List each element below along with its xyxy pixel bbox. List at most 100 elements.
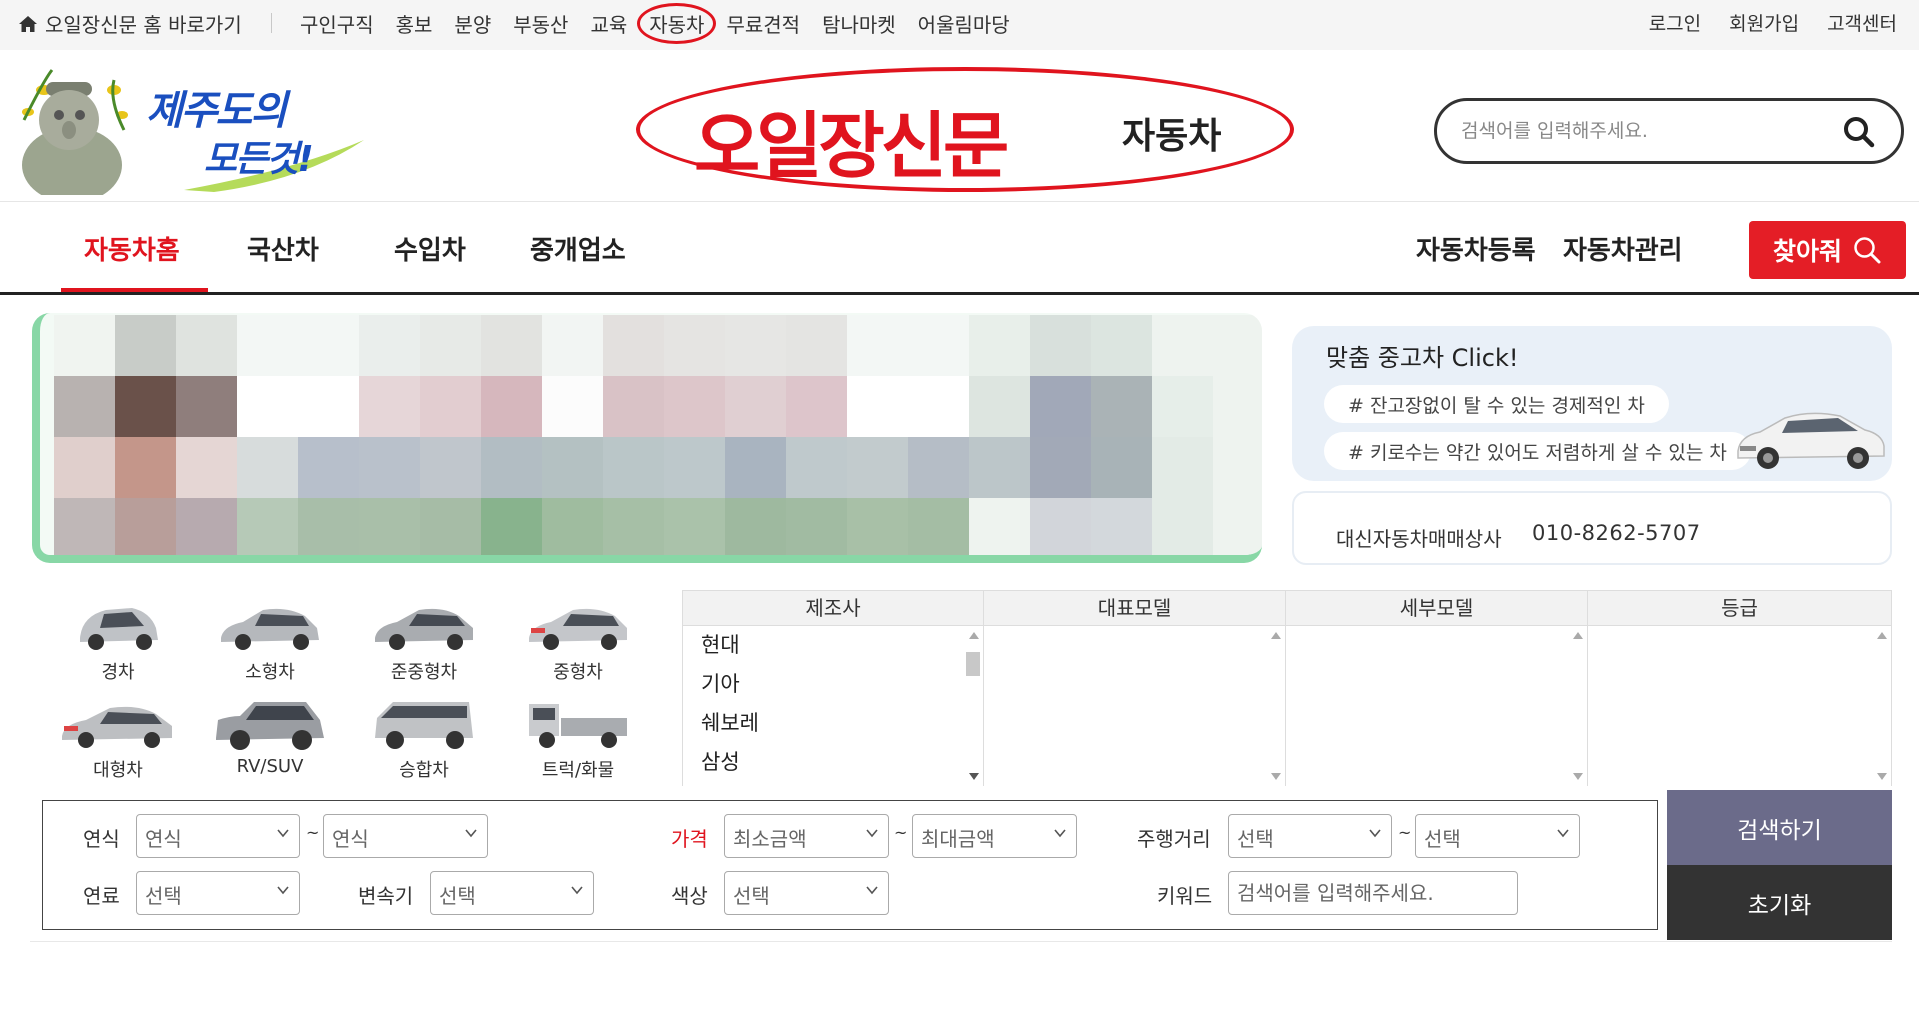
banner-pixel — [420, 315, 481, 376]
topbar-menu-sale[interactable]: 분양 — [454, 9, 491, 38]
topbar-menu-tamna-market[interactable]: 탐나마켓 — [822, 9, 896, 38]
search-submit-button[interactable]: 검색하기 — [1667, 790, 1892, 865]
banner-pixel — [115, 315, 176, 376]
nav-car-home[interactable]: 자동차홈 — [84, 230, 180, 267]
car-type-label: 대형차 — [93, 760, 143, 781]
custom-car-promo[interactable]: 맞춤 중고차 Click! # 잔고장없이 탈 수 있는 경제적인 차 # 키로… — [1292, 326, 1892, 481]
car-type-small[interactable]: 소형차 — [200, 598, 340, 688]
car-type-light[interactable]: 경차 — [48, 598, 188, 688]
banner-pixel — [1152, 498, 1213, 555]
scrollbar[interactable] — [965, 628, 981, 784]
banner-pixel — [298, 315, 359, 376]
nav-imported[interactable]: 수입차 — [394, 230, 466, 267]
main-logo[interactable]: 오일장신문 자동차 — [636, 67, 1294, 192]
topbar-menu-jobs[interactable]: 구인구직 — [300, 9, 374, 38]
car-type-large[interactable]: 대형차 — [48, 696, 188, 786]
main-nav: 자동차홈 국산차 수입차 중개업소 자동차등록 자동차관리 찾아줘 — [0, 202, 1919, 295]
color-select[interactable]: 선택 — [724, 871, 889, 915]
scroll-down-icon[interactable] — [1271, 773, 1281, 780]
banner-pixel — [420, 376, 481, 437]
mileage-label: 주행거리 — [1137, 827, 1211, 851]
scroll-down-icon[interactable] — [1573, 773, 1583, 780]
banner-pixel — [664, 376, 725, 437]
model-list[interactable] — [984, 626, 1286, 786]
list-item[interactable]: 현대 — [683, 626, 983, 665]
list-item[interactable]: 쉐보레 — [683, 704, 983, 743]
price-max-select[interactable]: 최대금액 — [912, 814, 1077, 858]
home-link-label: 오일장신문 홈 바로가기 — [45, 13, 242, 37]
light-car-icon — [80, 608, 158, 650]
scrollbar[interactable] — [1267, 628, 1283, 784]
banner-pixel — [1152, 315, 1213, 376]
mileage-to-select[interactable]: 선택 — [1415, 814, 1580, 858]
banner-pixel — [847, 315, 908, 376]
banner-image[interactable] — [32, 313, 1262, 563]
top-utility-bar: 오일장신문 홈 바로가기 구인구직 홍보 분양 부동산 교육 자동차 무료견적 … — [0, 0, 1919, 50]
car-type-midsize[interactable]: 중형차 — [508, 598, 648, 688]
home-link[interactable]: 오일장신문 홈 바로가기 — [18, 9, 242, 38]
year-from-select[interactable]: 연식 — [136, 814, 300, 858]
grade-list[interactable] — [1588, 626, 1892, 786]
scroll-up-icon[interactable] — [969, 632, 979, 639]
scroll-up-icon[interactable] — [1877, 632, 1887, 639]
reset-button[interactable]: 초기화 — [1667, 865, 1892, 940]
banner-pixel — [237, 498, 298, 555]
topbar-menu-car[interactable]: 자동차 — [637, 3, 717, 44]
jeju-logo[interactable]: 제주도의 모든것! — [14, 60, 374, 203]
submodel-list[interactable] — [1286, 626, 1588, 786]
home-icon — [19, 15, 37, 32]
find-button[interactable]: 찾아줘 — [1749, 221, 1906, 279]
scroll-thumb[interactable] — [966, 652, 980, 676]
jeju-logo-text-2: 모든것! — [204, 139, 314, 180]
list-item[interactable]: 기아 — [683, 665, 983, 704]
topbar-menu-free-quote[interactable]: 무료견적 — [726, 9, 800, 38]
nav-domestic[interactable]: 국산차 — [247, 230, 319, 267]
chevron-down-icon — [866, 886, 878, 895]
chevron-down-icon — [1054, 829, 1066, 838]
banner-pixel — [481, 437, 542, 498]
scroll-down-icon[interactable] — [1877, 773, 1887, 780]
maker-list[interactable]: 현대 기아 쉐보레 삼성 — [682, 626, 984, 786]
signup-link[interactable]: 회원가입 — [1729, 9, 1799, 36]
banner-pixel — [542, 437, 603, 498]
car-type-compact[interactable]: 준중형차 — [354, 598, 494, 688]
login-link[interactable]: 로그인 — [1649, 9, 1701, 36]
topbar-menu-education[interactable]: 교육 — [590, 9, 627, 38]
car-type-suv[interactable]: RV/SUV — [200, 696, 340, 786]
search-button[interactable] — [1841, 114, 1877, 150]
banner-pixel — [847, 376, 908, 437]
scroll-down-icon[interactable] — [969, 773, 979, 780]
topbar-menu-community[interactable]: 어울림마당 — [918, 9, 1010, 38]
search-input[interactable] — [1459, 115, 1839, 147]
customer-center-link[interactable]: 고객센터 — [1827, 9, 1897, 36]
banner-pixel — [420, 437, 481, 498]
topbar-menu-promo[interactable]: 홍보 — [396, 9, 433, 38]
select-value: 선택 — [1237, 827, 1274, 851]
dealer-card[interactable]: 대신자동차매매상사 010-8262-5707 — [1292, 491, 1892, 565]
car-type-van[interactable]: 승합차 — [354, 696, 494, 786]
color-label: 색상 — [671, 884, 708, 908]
filter-panel: 연식 연식 ~ 연식 가격 최소금액 ~ 최대금액 주행거리 선택 ~ 선택 연… — [42, 800, 1658, 930]
transmission-select[interactable]: 선택 — [430, 871, 594, 915]
price-min-select[interactable]: 최소금액 — [724, 814, 889, 858]
nav-car-register[interactable]: 자동차등록 — [1416, 230, 1536, 267]
banner-pixel — [908, 315, 969, 376]
car-type-truck[interactable]: 트럭/화물 — [508, 696, 648, 786]
year-to-select[interactable]: 연식 — [323, 814, 488, 858]
topbar-menu-realestate[interactable]: 부동산 — [513, 9, 568, 38]
scroll-up-icon[interactable] — [1573, 632, 1583, 639]
nav-car-manage[interactable]: 자동차관리 — [1563, 230, 1683, 267]
keyword-input[interactable] — [1228, 871, 1518, 915]
scrollbar[interactable] — [1873, 628, 1889, 784]
sedan-car-icon — [1737, 412, 1885, 469]
mileage-from-select[interactable]: 선택 — [1228, 814, 1392, 858]
scrollbar[interactable] — [1569, 628, 1585, 784]
banner-pixel — [969, 315, 1030, 376]
banner-pixel — [786, 315, 847, 376]
fuel-select[interactable]: 선택 — [136, 871, 300, 915]
nav-brokers[interactable]: 중개업소 — [530, 230, 626, 267]
list-item[interactable]: 삼성 — [683, 743, 983, 782]
banner-pixel — [1030, 437, 1091, 498]
search-icon — [1844, 117, 1875, 148]
scroll-up-icon[interactable] — [1271, 632, 1281, 639]
